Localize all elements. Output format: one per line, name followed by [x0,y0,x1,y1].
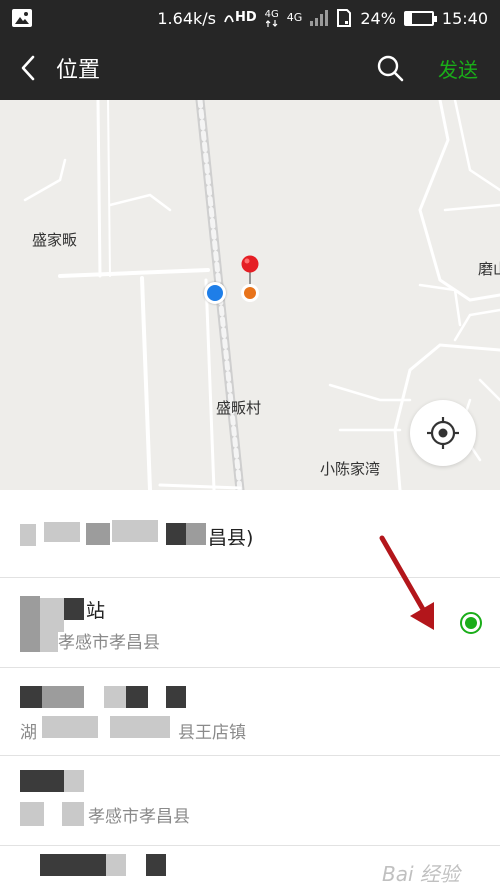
redacted-block [20,596,40,652]
hd-antenna-icon [224,15,234,23]
redacted-block [64,770,84,792]
redacted-block [20,686,42,708]
clock: 15:40 [441,8,488,28]
status-bar: 1.64k/s HD 4G 4G 24% 15:40 [0,0,500,36]
gallery-icon [12,9,32,27]
map-label-xiaochenjiawan: 小陈家湾 [320,460,381,478]
selected-radio-icon[interactable] [460,612,482,634]
redacted-block [86,523,110,545]
redacted-block [40,628,58,652]
location-address-prefix: 湖 [20,723,37,743]
map-label-moshan: 磨山 [478,260,500,278]
list-item[interactable]: 孝感市孝昌县 [0,756,500,846]
map-label-shengfancun: 盛畈村 [216,399,262,417]
redacted-block [146,854,166,876]
locate-icon [427,417,459,449]
search-icon [377,55,404,82]
redacted-block [112,520,158,542]
back-button[interactable] [0,36,56,100]
redacted-block [126,686,148,708]
redacted-block [166,686,186,708]
location-pin-icon [241,255,259,302]
redacted-block [62,802,84,826]
network-speed: 1.64k/s [157,8,216,28]
redacted-block [44,522,80,542]
redacted-block [42,716,98,738]
network-type-1: 4G [264,8,279,27]
hd-indicator: HD [224,10,257,25]
location-name: 昌县) [208,527,254,549]
my-location-dot [204,282,226,304]
redacted-block [104,686,126,708]
battery-icon [403,10,437,26]
back-icon [21,55,35,81]
map-label-shengjiafan: 盛家畈 [32,231,78,249]
locate-button[interactable] [410,400,476,466]
data-arrows-icon [265,19,278,27]
redacted-block [42,686,84,708]
location-address: 孝感市孝昌县 [88,807,190,827]
search-button[interactable] [370,48,410,88]
redacted-block [166,523,186,545]
sim-icon [337,9,352,27]
location-address: 县王店镇 [178,723,246,743]
send-button[interactable]: 发送 [438,54,478,83]
location-address: 孝感市孝昌县 [58,633,160,653]
watermark: Bai 经验 [382,862,460,886]
redacted-block [20,524,36,546]
list-item[interactable]: 湖 县王店镇 [0,668,500,756]
network-type-2: 4G [286,11,303,24]
location-name: 站 [86,600,106,622]
network-type-1-label: 4G [264,8,279,20]
redacted-block [64,598,84,620]
redacted-block [20,770,64,792]
page-title: 位置 [56,58,101,83]
redacted-block [40,598,64,632]
hd-label: HD [235,10,257,25]
title-bar: 位置 发送 [0,36,500,100]
redacted-block [110,716,170,738]
redacted-block [186,523,206,545]
battery-level [405,12,413,24]
redacted-block [106,854,126,876]
signal-icon [310,10,329,26]
battery-percent: 24% [360,8,396,28]
redacted-block [20,802,44,826]
map-view[interactable]: 盛家畈 盛畈村 小陈家湾 磨山 [0,100,500,490]
red-arrow-annotation [379,535,434,630]
redacted-block [40,854,106,876]
